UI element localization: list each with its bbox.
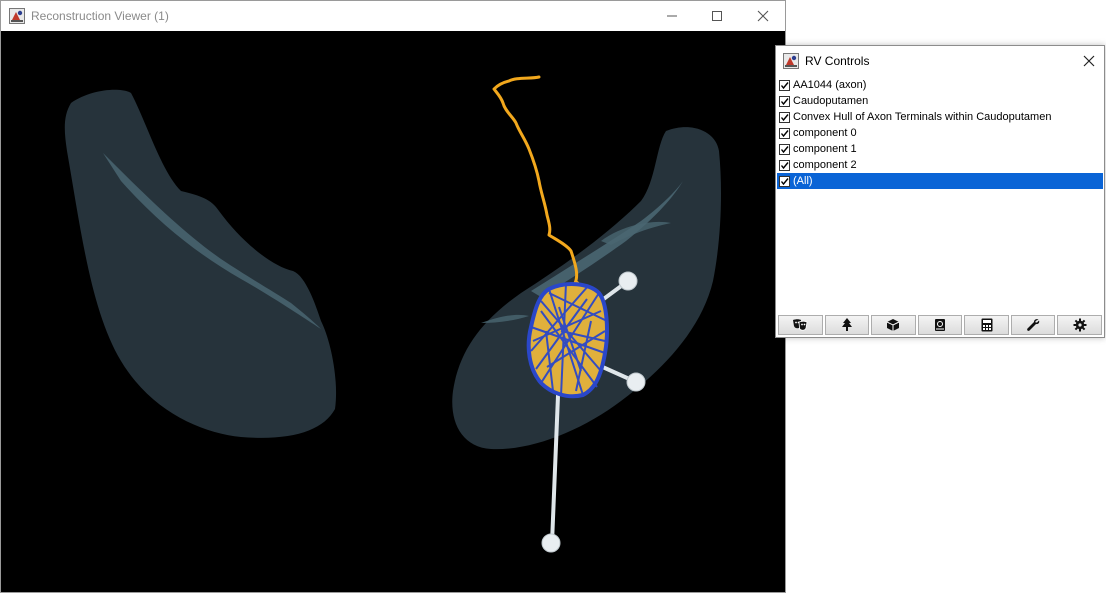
- tree-button[interactable]: [824, 315, 870, 335]
- list-item-label: component 2: [793, 159, 857, 171]
- controls-close-button[interactable]: [1080, 52, 1098, 70]
- list-item-label: Caudoputamen: [793, 95, 869, 107]
- 3d-viewer-canvas[interactable]: [1, 31, 785, 592]
- theatre-masks-button[interactable]: [778, 315, 823, 335]
- reconstruction-viewer-window: Reconstruction Viewer (1): [0, 0, 786, 593]
- list-item-label: AA1044 (axon): [793, 79, 867, 91]
- controls-toolbar: [776, 314, 1104, 338]
- rv-controls-window: RV Controls AA1044 (axon) Caudoputamen C…: [775, 45, 1105, 338]
- convex-hull-mesh: [526, 282, 609, 399]
- calculator-icon: [981, 318, 993, 332]
- close-icon: [757, 10, 769, 22]
- gear-button[interactable]: [1057, 315, 1103, 335]
- maximize-icon: [712, 11, 722, 21]
- list-item-aa1044-axon[interactable]: AA1044 (axon): [777, 77, 1103, 93]
- checkbox[interactable]: [779, 95, 790, 107]
- list-item-label: (All): [793, 175, 813, 187]
- list-item-component-0[interactable]: component 0: [777, 125, 1103, 141]
- controls-title: RV Controls: [805, 54, 870, 68]
- caudoputamen-left-mesh: [64, 89, 337, 438]
- list-item-label: component 0: [793, 127, 857, 139]
- minimize-icon: [667, 15, 677, 17]
- cube-button[interactable]: [871, 315, 916, 335]
- list-item-label: component 1: [793, 143, 857, 155]
- gear-icon: [1073, 318, 1087, 332]
- viewer-title: Reconstruction Viewer (1): [31, 9, 169, 23]
- list-item-component-1[interactable]: component 1: [777, 141, 1103, 157]
- list-item-component-2[interactable]: component 2: [777, 157, 1103, 173]
- checkbox[interactable]: [779, 159, 790, 171]
- checkbox[interactable]: [779, 175, 790, 187]
- viewer-titlebar[interactable]: Reconstruction Viewer (1): [1, 1, 785, 31]
- tree-icon: [841, 318, 852, 331]
- controls-titlebar[interactable]: RV Controls: [776, 46, 1104, 76]
- atlas-book-button[interactable]: [917, 315, 963, 335]
- checkbox[interactable]: [779, 79, 790, 91]
- atlas-book-icon: [935, 319, 946, 331]
- list-item-all[interactable]: (All): [777, 173, 1103, 189]
- checkbox[interactable]: [779, 111, 790, 123]
- theatre-masks-icon: [793, 319, 808, 331]
- list-item-caudoputamen[interactable]: Caudoputamen: [777, 93, 1103, 109]
- list-item-label: Convex Hull of Axon Terminals within Cau…: [793, 111, 1052, 123]
- calculator-button[interactable]: [964, 315, 1009, 335]
- app-icon: [9, 8, 25, 24]
- close-icon: [1083, 55, 1095, 67]
- component-0-node: [618, 271, 638, 291]
- component-1-node: [626, 372, 646, 392]
- maximize-button[interactable]: [694, 1, 740, 31]
- wrench-button[interactable]: [1010, 315, 1056, 335]
- controls-app-icon: [783, 53, 799, 69]
- checkbox[interactable]: [779, 143, 790, 155]
- checkbox[interactable]: [779, 127, 790, 139]
- minimize-button[interactable]: [649, 1, 695, 31]
- wrench-icon: [1027, 319, 1040, 331]
- close-button[interactable]: [740, 1, 786, 31]
- list-item-convex-hull[interactable]: Convex Hull of Axon Terminals within Cau…: [777, 109, 1103, 125]
- component-2-node: [541, 533, 561, 553]
- scene-items-list[interactable]: AA1044 (axon) Caudoputamen Convex Hull o…: [777, 77, 1103, 189]
- cube-icon: [887, 319, 900, 331]
